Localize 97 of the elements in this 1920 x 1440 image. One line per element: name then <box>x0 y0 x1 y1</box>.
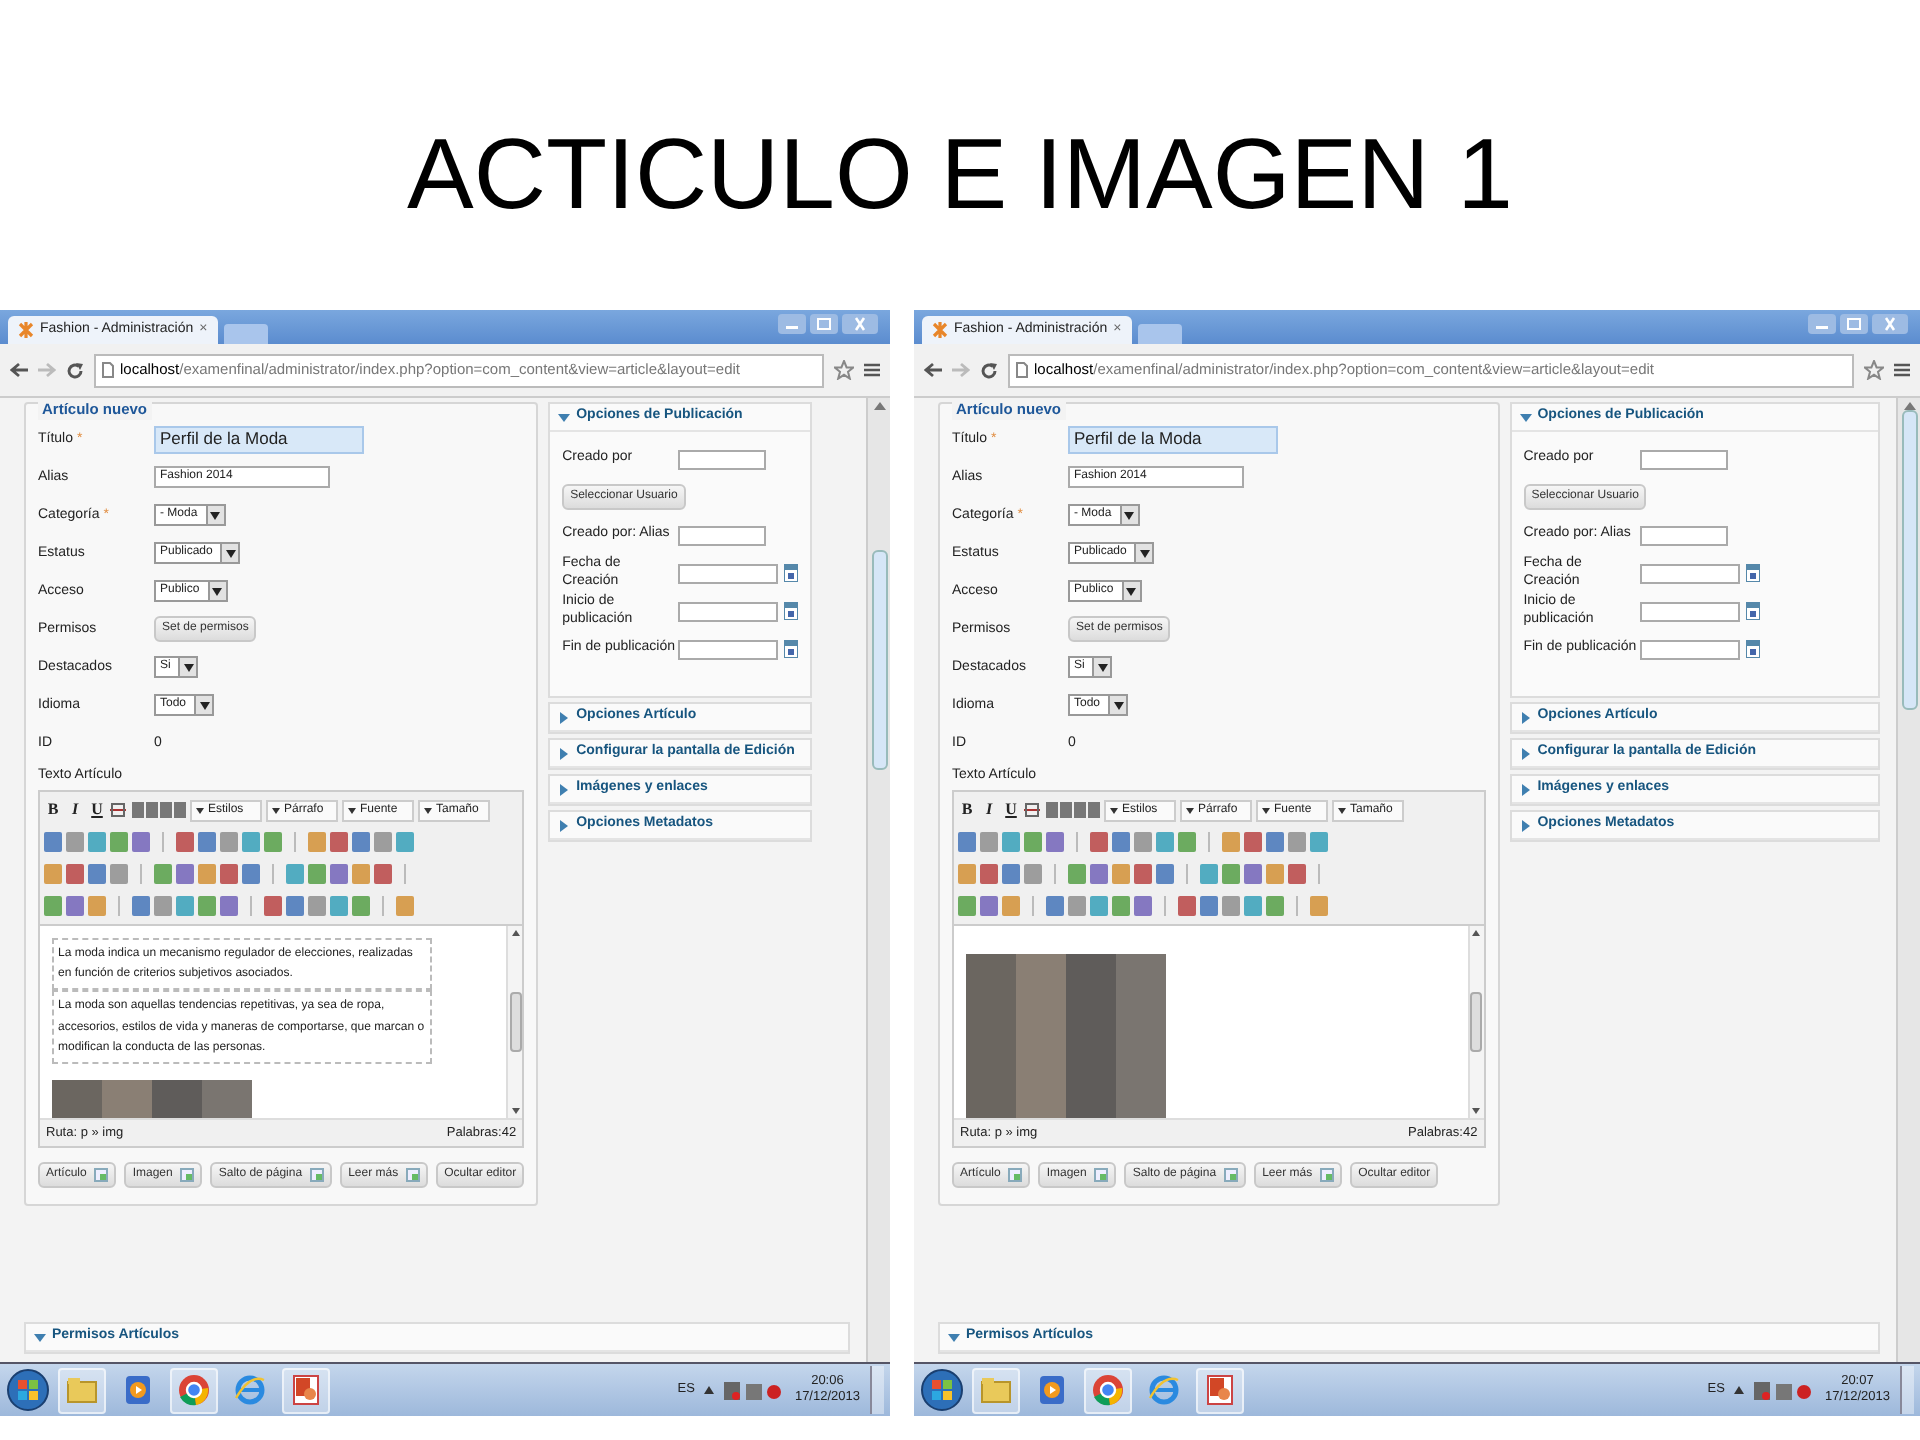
page-icon <box>102 362 114 378</box>
calendar-icon[interactable] <box>784 640 799 658</box>
reload-icon[interactable] <box>980 361 998 379</box>
dropdown-caret-icon <box>424 807 432 814</box>
dropdown-caret-icon[interactable] <box>205 506 224 525</box>
star-icon[interactable] <box>834 360 854 380</box>
dropdown-caret-icon[interactable] <box>207 582 226 601</box>
dropdown-caret-icon[interactable] <box>1134 544 1153 563</box>
start-button-icon[interactable] <box>920 1368 964 1412</box>
maximize-icon[interactable] <box>1840 314 1868 334</box>
document-icon <box>94 1168 109 1183</box>
document-icon <box>1094 1168 1109 1183</box>
document-icon <box>1008 1168 1023 1183</box>
alignment-icons-drawing[interactable] <box>1024 800 1100 821</box>
dropdown-caret-icon <box>1186 807 1194 814</box>
start-button-icon[interactable] <box>6 1368 50 1412</box>
scrollbar-thumb[interactable] <box>871 550 887 770</box>
scrollbar-thumb[interactable] <box>1901 410 1917 710</box>
dropdown-caret-icon[interactable] <box>1092 658 1111 677</box>
star-icon[interactable] <box>1864 360 1884 380</box>
dropdown-caret-icon <box>1262 807 1270 814</box>
scroll-down-arrow-icon[interactable] <box>511 1108 520 1115</box>
editor-scrollbar[interactable] <box>1467 926 1484 1119</box>
text-field[interactable] <box>1639 449 1728 469</box>
maximize-icon[interactable] <box>810 314 838 334</box>
calendar-icon[interactable] <box>784 602 799 620</box>
back-arrow-icon[interactable] <box>924 362 942 378</box>
minimize-icon[interactable] <box>778 314 806 334</box>
date-field[interactable] <box>1639 601 1740 621</box>
format-button[interactable]: B <box>958 800 976 820</box>
text-field[interactable]: Perfil de la Moda <box>154 425 364 454</box>
dropdown-caret-icon <box>348 807 356 814</box>
close-icon[interactable] <box>1872 314 1908 334</box>
format-button[interactable]: U <box>88 800 106 820</box>
dropdown-caret-icon <box>272 807 280 814</box>
document-icon <box>310 1168 325 1183</box>
browser-icon[interactable] <box>1084 1367 1132 1413</box>
menu-icon[interactable] <box>864 362 880 378</box>
tray-icons-drawing[interactable] <box>724 1381 785 1399</box>
calendar-icon[interactable] <box>1745 640 1760 658</box>
scroll-up-arrow-icon[interactable] <box>1903 402 1915 410</box>
date-field[interactable] <box>678 563 779 583</box>
date-field[interactable] <box>1639 563 1740 583</box>
dropdown-caret-icon <box>1338 807 1346 814</box>
browser-icon[interactable] <box>170 1367 218 1413</box>
format-button[interactable]: U <box>1002 800 1020 820</box>
back-arrow-icon[interactable] <box>10 362 28 378</box>
text-field[interactable] <box>678 525 767 545</box>
document-icon <box>180 1168 195 1183</box>
menu-icon[interactable] <box>1894 362 1910 378</box>
slide-title: ACTICULO E IMAGEN 1 <box>405 116 1515 234</box>
format-button[interactable]: I <box>980 800 998 820</box>
dropdown-caret-icon[interactable] <box>220 544 239 563</box>
star-logo-icon <box>932 322 948 338</box>
calendar-icon[interactable] <box>784 564 799 582</box>
text-field[interactable] <box>1639 525 1728 545</box>
scrollbar-thumb[interactable] <box>1470 992 1483 1053</box>
dropdown-caret-icon[interactable] <box>194 696 213 715</box>
document-icon <box>1224 1168 1239 1183</box>
alignment-icons-drawing[interactable] <box>110 800 186 821</box>
close-icon[interactable] <box>842 314 878 334</box>
format-button[interactable]: B <box>44 800 62 820</box>
text-field[interactable] <box>678 449 767 469</box>
document-icon <box>406 1168 421 1183</box>
show-desktop-button[interactable] <box>1900 1366 1914 1414</box>
date-field[interactable] <box>678 601 779 621</box>
text-field[interactable]: Perfil de la Moda <box>1068 425 1278 454</box>
editor-scrollbar[interactable] <box>506 926 523 1119</box>
page-icon <box>1016 362 1028 378</box>
show-hidden-icons-arrow[interactable] <box>1734 1386 1745 1394</box>
tray-icons-drawing[interactable] <box>1754 1381 1815 1399</box>
minimize-icon[interactable] <box>1808 314 1836 334</box>
scrollbar-thumb[interactable] <box>509 992 522 1053</box>
reload-icon[interactable] <box>66 361 84 379</box>
dropdown-caret-icon[interactable] <box>1108 696 1127 715</box>
page-scrollbar[interactable] <box>1896 398 1920 1362</box>
scroll-up-arrow-icon[interactable] <box>873 402 885 410</box>
presentation-app-icon[interactable] <box>282 1367 330 1413</box>
show-hidden-icons-arrow[interactable] <box>704 1386 715 1394</box>
format-button[interactable]: I <box>66 800 84 820</box>
document-icon <box>1320 1168 1335 1183</box>
presentation-app-icon[interactable] <box>1196 1367 1244 1413</box>
dropdown-caret-icon[interactable] <box>1119 506 1138 525</box>
star-logo-icon <box>18 322 34 338</box>
scroll-up-arrow-icon[interactable] <box>1472 930 1481 937</box>
calendar-icon[interactable] <box>1745 564 1760 582</box>
scroll-up-arrow-icon[interactable] <box>511 930 520 937</box>
dropdown-caret-icon[interactable] <box>178 658 197 677</box>
show-desktop-button[interactable] <box>870 1366 884 1414</box>
dropdown-caret-icon <box>196 807 204 814</box>
date-field[interactable] <box>1639 639 1740 659</box>
date-field[interactable] <box>678 639 779 659</box>
page-scrollbar[interactable] <box>866 398 890 1362</box>
dropdown-caret-icon <box>1110 807 1118 814</box>
calendar-icon[interactable] <box>1745 602 1760 620</box>
dropdown-caret-icon[interactable] <box>1121 582 1140 601</box>
scroll-down-arrow-icon[interactable] <box>1472 1108 1481 1115</box>
